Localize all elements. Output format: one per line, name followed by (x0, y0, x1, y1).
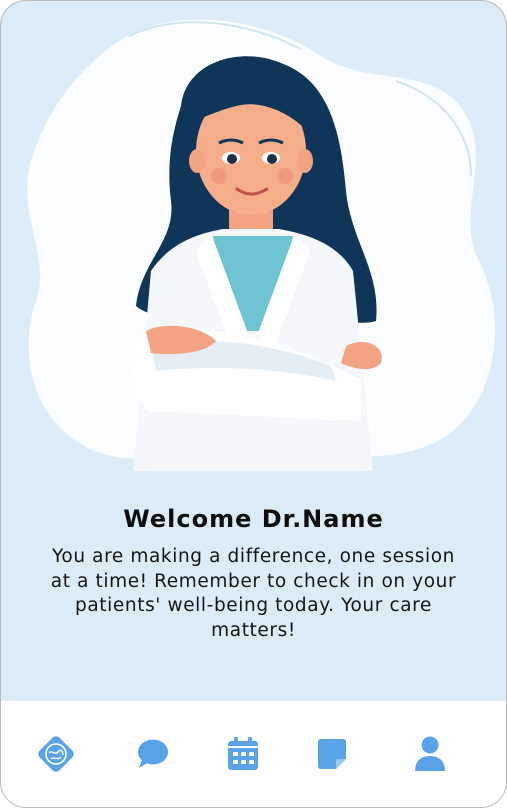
nav-item-calendar[interactable] (220, 733, 266, 779)
sticky-note-icon (316, 738, 348, 774)
bottom-nav (1, 701, 506, 807)
user-profile-icon (414, 736, 446, 776)
doctor-illustration (1, 1, 506, 491)
app-screen: Welcome Dr.Name You are making a differe… (0, 0, 507, 808)
nav-item-chat[interactable] (130, 733, 176, 779)
nav-item-profile[interactable] (407, 733, 453, 779)
chat-bubble-icon (136, 737, 170, 775)
welcome-section: Welcome Dr.Name You are making a differe… (1, 491, 506, 701)
brain-logo-icon (33, 731, 79, 781)
welcome-message: You are making a difference, one session… (50, 546, 457, 641)
nav-item-notes[interactable] (309, 733, 355, 779)
welcome-title: Welcome Dr.Name (123, 505, 384, 533)
calendar-icon (227, 737, 259, 775)
nav-item-home[interactable] (33, 733, 79, 779)
